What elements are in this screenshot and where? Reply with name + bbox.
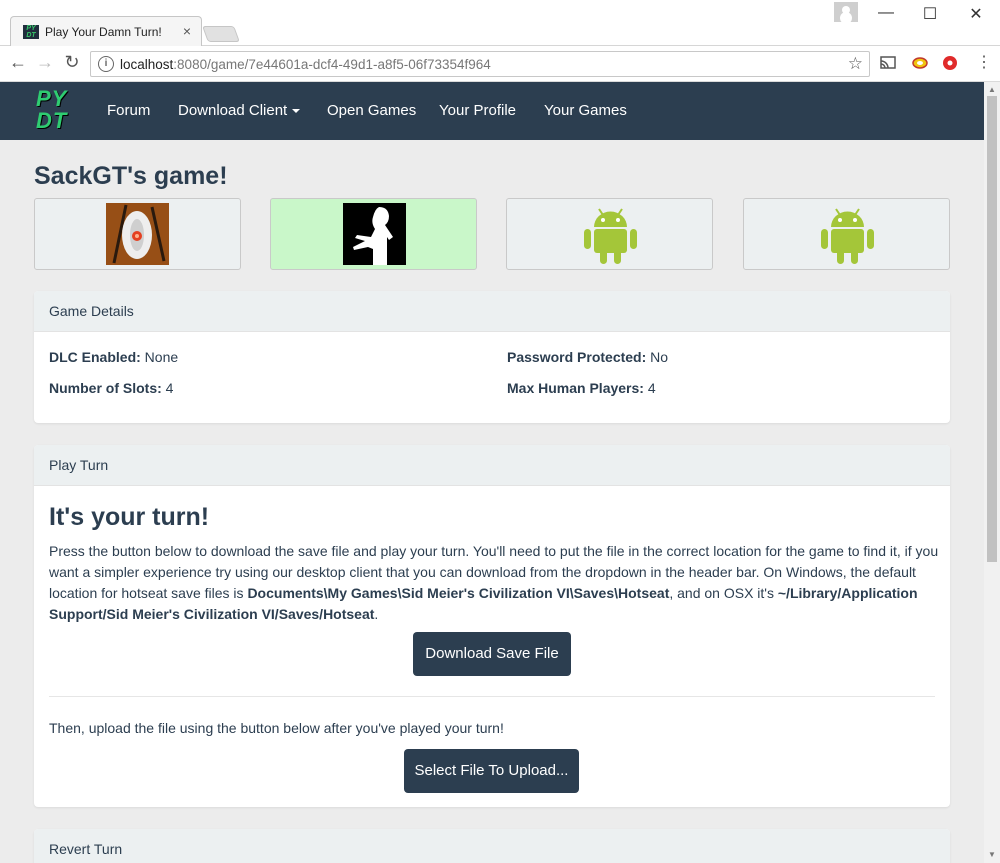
password-value: No xyxy=(650,349,669,365)
caret-down-icon xyxy=(292,109,301,114)
close-window-icon[interactable]: ✕ xyxy=(966,4,986,24)
url-host: localhost xyxy=(120,57,174,72)
upload-instructions: Then, upload the file using the button b… xyxy=(49,720,504,736)
android-avatar xyxy=(584,208,637,264)
browser-toolbar: ← → ↻ i localhost:8080/game/7e44601a-dcf… xyxy=(0,46,1000,82)
max-human-label: Max Human Players: xyxy=(507,380,644,396)
instructions-part-3: . xyxy=(374,606,379,622)
maximize-icon[interactable]: ☐ xyxy=(920,4,940,24)
scrollbar-thumb[interactable] xyxy=(987,96,997,562)
slots-label: Number of Slots: xyxy=(49,380,162,396)
url-text[interactable]: localhost:8080/game/7e44601a-dcf4-49d1-a… xyxy=(120,57,491,72)
logo-line-2: DT xyxy=(36,108,68,133)
tab-close-icon[interactable]: × xyxy=(183,23,191,39)
turn-title: It's your turn! xyxy=(49,503,210,531)
forward-icon[interactable]: → xyxy=(35,52,55,73)
address-bar[interactable]: i localhost:8080/game/7e44601a-dcf4-49d1… xyxy=(90,51,870,77)
max-human-players: Max Human Players: 4 xyxy=(507,380,656,396)
download-save-file-button[interactable]: Download Save File xyxy=(413,632,571,676)
new-tab-button[interactable] xyxy=(202,26,240,42)
android-avatar xyxy=(821,208,874,264)
revert-turn-heading: Revert Turn xyxy=(34,829,950,863)
player-slot-1[interactable] xyxy=(34,198,241,270)
scroll-up-icon[interactable]: ▲ xyxy=(988,85,996,94)
instructions-part-2: , and on OSX it's xyxy=(669,585,778,601)
player-slot-4[interactable] xyxy=(743,198,950,270)
browser-tab-strip: PY DT Play Your Damn Turn! × — ☐ ✕ xyxy=(0,0,1000,46)
user-profile-icon[interactable] xyxy=(834,2,858,22)
page-title: SackGT's game! xyxy=(34,162,228,190)
select-file-to-upload-button[interactable]: Select File To Upload... xyxy=(404,749,579,793)
nav-open-games[interactable]: Open Games xyxy=(327,102,416,119)
max-human-value: 4 xyxy=(647,380,656,396)
browser-menu-icon[interactable]: ⋮ xyxy=(974,52,994,72)
tab-title: Play Your Damn Turn! xyxy=(45,25,162,39)
nav-your-profile[interactable]: Your Profile xyxy=(439,102,516,119)
player-slot-3[interactable] xyxy=(506,198,713,270)
reload-icon[interactable]: ↻ xyxy=(62,52,82,73)
minimize-icon[interactable]: — xyxy=(876,4,896,22)
player-slot-2-active[interactable] xyxy=(270,198,477,270)
revert-turn-panel: Revert Turn xyxy=(34,829,950,863)
pydt-logo[interactable]: PY DT xyxy=(36,88,76,134)
game-details-heading: Game Details xyxy=(34,291,950,332)
site-navbar: PY DT Forum Download Client Open Games Y… xyxy=(0,82,984,140)
info-icon[interactable]: i xyxy=(98,56,114,72)
nav-forum[interactable]: Forum xyxy=(107,102,150,119)
page-scrollbar[interactable]: ▲ ▼ xyxy=(984,82,1000,863)
nav-download-client-label: Download Client xyxy=(178,102,288,119)
portal-turret-avatar xyxy=(106,203,169,265)
nav-download-client[interactable]: Download Client xyxy=(178,102,301,119)
section-divider xyxy=(49,696,935,697)
extension-ring-icon[interactable] xyxy=(911,54,929,72)
page-viewport: PY DT Forum Download Client Open Games Y… xyxy=(0,82,984,863)
dlc-label: DLC Enabled: xyxy=(49,349,141,365)
game-details-panel: Game Details DLC Enabled: None Password … xyxy=(34,291,950,423)
back-icon[interactable]: ← xyxy=(8,52,28,73)
dlc-enabled: DLC Enabled: None xyxy=(49,349,178,365)
play-turn-heading: Play Turn xyxy=(34,445,950,486)
password-protected: Password Protected: No xyxy=(507,349,668,365)
browser-tab[interactable]: PY DT Play Your Damn Turn! × xyxy=(10,16,202,46)
play-turn-panel: Play Turn It's your turn! Press the butt… xyxy=(34,445,950,807)
url-path: :8080/game/7e44601a-dcf4-49d1-a8f5-06f73… xyxy=(173,57,491,72)
number-of-slots: Number of Slots: 4 xyxy=(49,380,173,396)
soldier-silhouette-avatar xyxy=(343,203,406,265)
slots-value: 4 xyxy=(165,380,174,396)
password-label: Password Protected: xyxy=(507,349,647,365)
scroll-down-icon[interactable]: ▼ xyxy=(988,850,996,859)
record-extension-icon[interactable] xyxy=(941,54,959,72)
dlc-value: None xyxy=(144,349,179,365)
cast-icon[interactable] xyxy=(879,54,897,72)
nav-your-games[interactable]: Your Games xyxy=(544,102,627,119)
pydt-favicon-icon: PY DT xyxy=(23,25,39,39)
logo-line-1: PY xyxy=(36,86,68,111)
bookmark-star-icon[interactable]: ☆ xyxy=(848,54,863,74)
turn-instructions: Press the button below to download the s… xyxy=(49,541,939,625)
windows-save-path: Documents\My Games\Sid Meier's Civilizat… xyxy=(247,585,670,601)
